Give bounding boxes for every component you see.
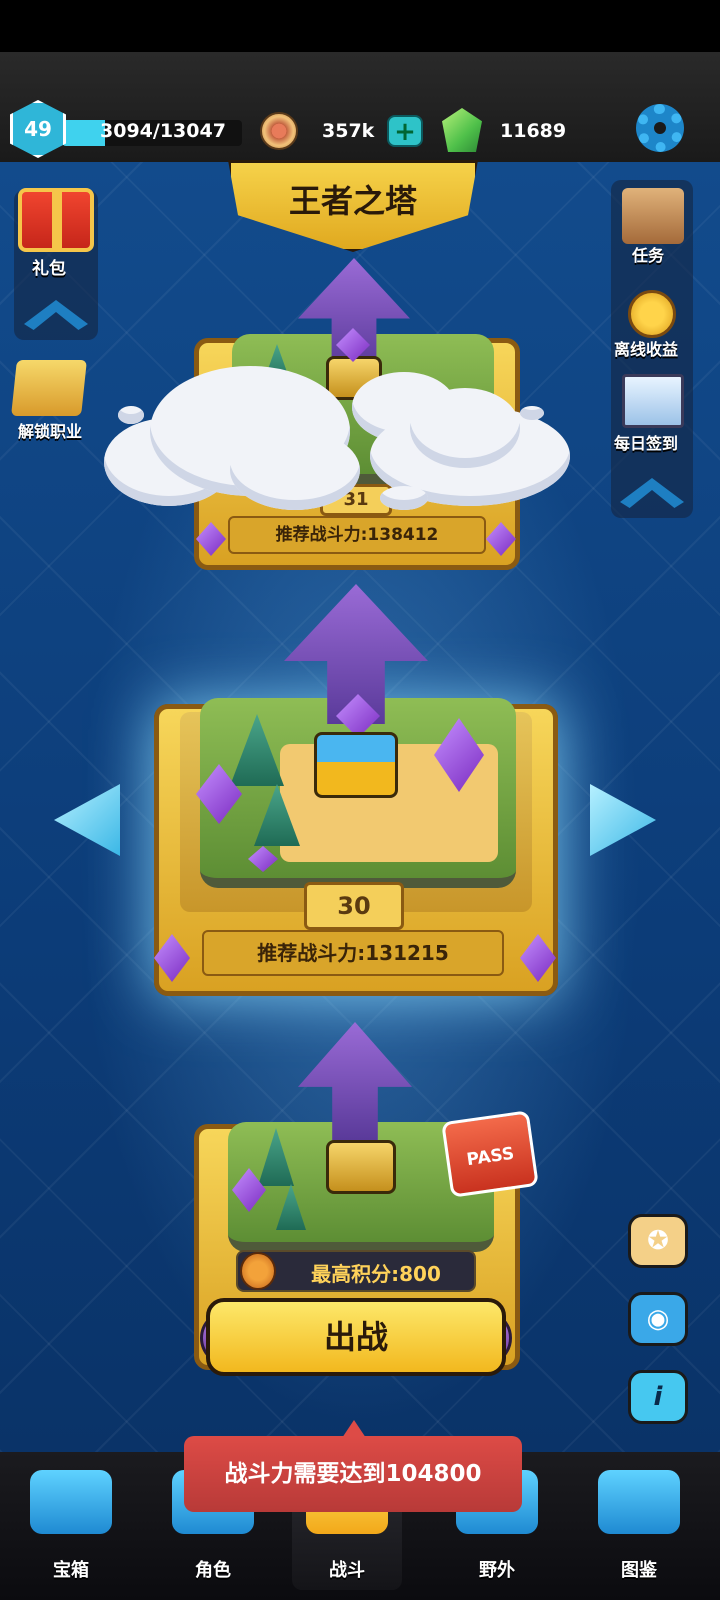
- nav-item-treasure[interactable]: 宝箱: [16, 1470, 126, 1590]
- stage-current-power: 推荐战斗力:131215: [202, 930, 504, 976]
- player-level: 49: [24, 117, 52, 141]
- stage-lower-open-chest-icon: [326, 1140, 396, 1194]
- unlock-class-label[interactable]: 解锁职业: [18, 418, 82, 442]
- daily-checkin-label[interactable]: 每日签到: [614, 430, 678, 454]
- gift-label[interactable]: 礼包: [32, 254, 66, 279]
- stage-current-chest-icon[interactable]: [314, 732, 398, 798]
- info-symbol: i: [653, 1382, 663, 1412]
- coin-icon: [260, 112, 298, 150]
- nav-label-treasure: 宝箱: [53, 1560, 89, 1581]
- xp-bar-fill: [62, 120, 105, 146]
- medal-icon: [240, 1252, 276, 1290]
- fight-button[interactable]: 出战: [206, 1298, 506, 1376]
- nav-label-codex: 图鉴: [621, 1560, 657, 1581]
- treasure-chest-icon: [30, 1470, 112, 1534]
- view-eye-icon[interactable]: ◉: [628, 1292, 688, 1346]
- gift-icon[interactable]: [18, 188, 94, 252]
- nav-label-battle: 战斗: [329, 1560, 365, 1581]
- xp-text: 3094/13047: [100, 120, 226, 142]
- coin-count: 357k: [322, 120, 375, 142]
- offline-reward-label[interactable]: 离线收益: [614, 336, 678, 360]
- nav-label-outdoors: 野外: [479, 1560, 515, 1581]
- offline-reward-icon[interactable]: [628, 290, 676, 338]
- task-icon[interactable]: [622, 188, 684, 244]
- unlock-class-icon[interactable]: [11, 360, 87, 416]
- best-score-text: 最高积分:800: [311, 1262, 441, 1286]
- add-coins-button[interactable]: +: [387, 115, 423, 147]
- power-requirement-toast: 战斗力需要达到104800: [184, 1436, 522, 1512]
- nav-label-character: 角色: [195, 1560, 231, 1581]
- gem-count: 11689: [500, 120, 567, 142]
- codex-book-icon: [598, 1470, 680, 1534]
- ranking-medal-icon[interactable]: ✪: [628, 1214, 688, 1268]
- page-title: 王者之塔: [288, 182, 417, 220]
- status-bar: [0, 0, 720, 52]
- nav-item-codex[interactable]: 图鉴: [584, 1470, 694, 1590]
- stage-upper-power: 推荐战斗力:138412: [228, 516, 486, 554]
- settings-gear-icon[interactable]: [636, 104, 684, 152]
- task-label[interactable]: 任务: [632, 242, 664, 266]
- stage-current-level: 30: [304, 882, 404, 930]
- info-icon[interactable]: i: [628, 1370, 688, 1424]
- daily-checkin-icon[interactable]: [622, 374, 684, 428]
- pass-badge: PASS: [441, 1110, 539, 1198]
